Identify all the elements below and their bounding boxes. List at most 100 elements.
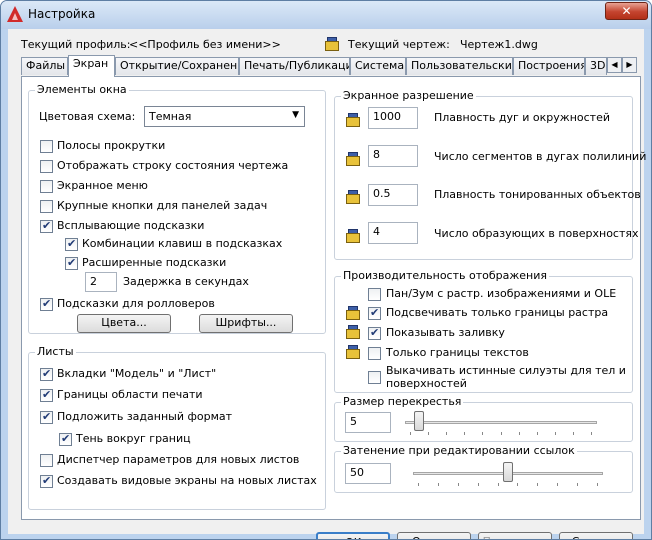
extended-tooltips-checkbox[interactable] [65,256,78,270]
tab-strip: Файлы Экран Открытие/Сохранение Печать/П… [21,55,641,77]
rendered-smoothness-label: Плавность тонированных объектов [434,188,641,201]
dialog-window: Настройка ✕ Текущий профиль: <<Профиль б… [0,0,652,540]
drawing-stored-setting-icon [345,189,361,205]
slider-tick [537,432,538,435]
slider-tick [577,483,578,486]
current-drawing-value: Чертеж1.dwg [460,38,538,51]
autocad-logo-icon [7,6,23,22]
crosshair-slider-track [405,421,597,424]
screen-resolution-group: Экранное разрешение 1000 Плавность дуг и… [334,89,646,260]
slider-tick [482,432,483,435]
window-elements-group: Элементы окна Цветовая схема: Темная ▼ П… [28,83,326,334]
sheets-group: Листы Вкладки "Модель" и "Лист" Границы … [28,345,326,510]
color-scheme-dropdown[interactable]: Темная ▼ [144,106,305,127]
highlight-raster-frame-label: Подсвечивать только границы растра [386,306,609,319]
slider-tick [597,483,598,486]
slider-tick [498,483,499,486]
paper-background-checkbox[interactable] [40,410,53,424]
large-buttons-checkbox[interactable] [40,200,53,213]
tab-files[interactable]: Файлы [21,57,68,75]
tab-drafting[interactable]: Построения [513,57,585,75]
printable-area-checkbox[interactable] [40,388,53,402]
highlight-raster-frame-checkbox[interactable] [368,306,381,320]
crosshair-size-slider[interactable] [405,411,597,435]
true-silhouettes-label: Выкачивать истинные силуэты для тел и [386,364,626,377]
cancel-button[interactable]: Отмена [397,532,471,539]
scrollbars-checkbox[interactable] [40,140,53,153]
true-silhouettes-checkbox[interactable] [368,371,381,384]
current-profile-label: Текущий профиль: [21,38,131,51]
color-scheme-value: Темная [149,110,192,123]
status-bar-checkbox[interactable] [40,160,53,173]
slider-tick [418,483,419,486]
rendered-smoothness-input[interactable]: 0.5 [368,184,418,206]
contour-lines-input[interactable]: 4 [368,222,418,244]
colors-button[interactable]: Цвета... [77,314,171,333]
shortcut-keys-checkbox[interactable] [65,237,78,251]
slider-tick [428,432,429,435]
tab-scroll-right-icon[interactable]: ▶ [622,57,637,73]
xref-fading-input[interactable]: 50 [345,463,391,484]
model-layout-tabs-label: Вкладки "Модель" и "Лист" [57,367,217,380]
contour-lines-label: Число образующих в поверхностях [434,227,639,240]
display-performance-group: Производительность отображения Пан/Зум с… [334,269,633,393]
xref-slider-thumb[interactable] [503,462,513,482]
pan-zoom-raster-checkbox[interactable] [368,288,381,301]
tooltips-checkbox[interactable] [40,219,53,233]
status-bar-label: Отображать строку состояния чертежа [57,159,289,172]
rollover-tooltips-checkbox[interactable] [40,297,53,311]
slider-tick [519,432,520,435]
create-viewports-checkbox[interactable] [40,474,53,488]
slider-tick [573,432,574,435]
tab-display[interactable]: Экран [68,55,115,77]
tooltip-delay-input[interactable]: 2 [85,272,117,292]
slider-tick [410,432,411,435]
paper-shadow-checkbox[interactable] [59,432,72,446]
tab-plot-publish[interactable]: Печать/Публикация [239,57,350,75]
text-boundary-checkbox[interactable] [368,347,381,360]
help-button[interactable]: Справка [559,532,633,539]
polyline-segments-label: Число сегментов в дугах полилиний [434,150,647,163]
polyline-segments-input[interactable]: 8 [368,145,418,167]
tab-system[interactable]: Система [350,57,406,75]
window-elements-title: Элементы окна [35,83,129,96]
drawing-stored-setting-icon [345,228,361,244]
crosshair-size-input[interactable]: 5 [345,412,391,433]
arc-smoothness-input[interactable]: 1000 [368,107,418,129]
dialog-body: Текущий профиль: <<Профиль без имени>> Т… [8,29,646,539]
tab-user-preferences[interactable]: Пользовательские [406,57,513,75]
drawing-stored-setting-icon [345,151,361,167]
crosshair-slider-thumb[interactable] [414,411,424,431]
text-boundary-label: Только границы текстов [386,346,529,359]
tab-3d[interactable]: 3D [585,57,607,75]
apply-solid-fill-checkbox[interactable] [368,326,381,340]
ok-button[interactable]: OK [316,532,390,539]
model-layout-tabs-checkbox[interactable] [40,367,53,381]
rollover-tooltips-label: Подсказки для ролловеров [57,297,215,310]
crosshair-size-title: Размер перекрестья [341,395,464,408]
xref-fading-slider[interactable] [413,462,603,486]
fonts-button[interactable]: Шрифты... [199,314,293,333]
page-setup-manager-checkbox[interactable] [40,454,53,467]
sheets-title: Листы [35,345,76,358]
xref-fading-group: Затенение при редактировании ссылок 50 [334,444,633,493]
close-button[interactable]: ✕ [605,2,648,20]
slider-tick [537,483,538,486]
paper-shadow-label: Тень вокруг границ [76,432,191,445]
display-performance-title: Производительность отображения [341,269,550,282]
tab-open-save[interactable]: Открытие/Сохранение [115,57,239,75]
title-bar[interactable]: Настройка ✕ [1,1,651,29]
window-title: Настройка [28,7,96,21]
tab-scroll-left-icon[interactable]: ◀ [607,57,622,73]
create-viewports-label: Создавать видовые экраны на новых листах [57,474,317,487]
slider-tick [591,432,592,435]
apply-button[interactable]: Применить [478,532,552,539]
screen-resolution-title: Экранное разрешение [341,89,476,102]
current-drawing-label: Текущий чертеж: [348,38,450,51]
drawing-stored-setting-icon [345,305,361,321]
slider-tick [446,432,447,435]
screen-menu-checkbox[interactable] [40,180,53,193]
drawing-file-icon [324,36,340,52]
slider-tick [557,483,558,486]
color-scheme-label: Цветовая схема: [39,110,136,123]
